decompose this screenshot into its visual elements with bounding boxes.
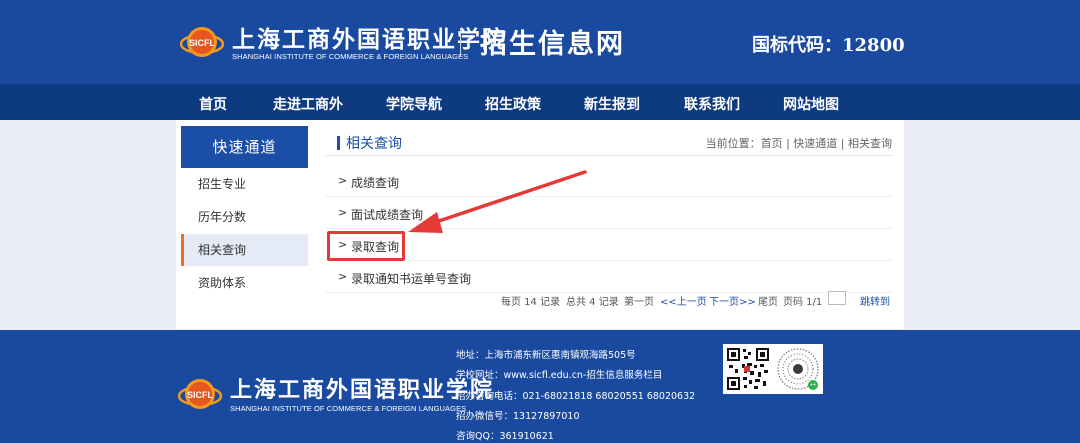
header-divider xyxy=(460,28,461,56)
footer-qq: 咨询QQ：361910621 xyxy=(456,431,554,443)
footer-school-logo: SICFL 上海工商外国语职业学院 SHANGHAI INSTITUTE OF … xyxy=(178,370,492,416)
nav-item-sitemap[interactable]: 网站地图 xyxy=(783,94,839,114)
link-score-query[interactable]: 成绩查询 xyxy=(351,174,399,191)
sidebar-item-financial-aid[interactable]: 资助体系 xyxy=(181,267,308,300)
main-area: 相关查询 当前位置：首页 | 快速通道 | 相关查询 > 成绩查询 > 面试成绩… xyxy=(325,126,893,308)
nav-item-college-guide[interactable]: 学院导航 xyxy=(386,94,442,114)
content-panel: 快速通道 招生专业 历年分数 相关查询 资助体系 相关查询 当前位置：首页 | … xyxy=(176,120,904,329)
emblem-text: SICFL xyxy=(189,38,216,48)
list-arrow-icon: > xyxy=(338,270,348,283)
nav-item-home[interactable]: 首页 xyxy=(199,94,227,114)
qr-codes xyxy=(723,344,823,394)
school-name-cn: 上海工商外国语职业学院 xyxy=(232,26,507,53)
main-nav: 首页 走进工商外 学院导航 招生政策 新生报到 联系我们 网站地图 xyxy=(0,84,1080,120)
wechat-qr-code-icon xyxy=(775,346,821,392)
site-header: SICFL 上海工商外国语职业学院 SHANGHAI INSTITUTE OF … xyxy=(0,0,1080,84)
list-item: > 面试成绩查询 xyxy=(325,197,893,229)
footer-wechat: 招办微信号：13127897010 xyxy=(456,410,580,422)
pager-page-input[interactable] xyxy=(828,291,846,305)
nav-item-admission-policy[interactable]: 招生政策 xyxy=(485,94,541,114)
sidebar-item-past-scores[interactable]: 历年分数 xyxy=(181,201,308,234)
pager-prev[interactable]: <<上一页 xyxy=(660,293,707,308)
emblem-text: SICFL xyxy=(187,390,214,400)
section-title-bar xyxy=(337,136,340,150)
site-footer: SICFL 上海工商外国语职业学院 SHANGHAI INSTITUTE OF … xyxy=(0,330,1080,443)
nav-item-freshman-registration[interactable]: 新生报到 xyxy=(584,94,640,114)
pager-page-info: 页码 1/1 xyxy=(783,297,823,308)
pager-jump-button[interactable]: 跳转到 xyxy=(860,293,890,308)
list-item: > 录取通知书运单号查询 xyxy=(325,261,893,293)
link-interview-score-query[interactable]: 面试成绩查询 xyxy=(351,206,423,223)
pagination: 每页 14 记录 总共 4 记录 第一页 <<上一页 下一页>> 尾页 页码 1… xyxy=(325,290,893,308)
pager-next[interactable]: 下一页>> xyxy=(709,293,756,308)
section-header: 相关查询 当前位置：首页 | 快速通道 | 相关查询 xyxy=(325,126,893,156)
school-emblem-icon: SICFL xyxy=(178,379,222,409)
footer-address: 地址：上海市浦东新区惠南镇观海路505号 xyxy=(456,350,636,361)
sidebar-item-majors[interactable]: 招生专业 xyxy=(181,168,308,201)
list-arrow-icon: > xyxy=(338,238,348,251)
sidebar-title: 快速通道 xyxy=(181,126,308,168)
pager-first[interactable]: 第一页 xyxy=(624,293,654,308)
pager-per-page: 每页 14 记录 xyxy=(501,297,561,308)
footer-school-name-cn: 上海工商外国语职业学院 xyxy=(230,377,495,403)
list-item: > 成绩查询 xyxy=(325,165,893,197)
school-logo[interactable]: SICFL 上海工商外国语职业学院 SHANGHAI INSTITUTE OF … xyxy=(180,18,505,66)
sidebar: 快速通道 招生专业 历年分数 相关查询 资助体系 xyxy=(181,126,308,300)
section-title: 相关查询 xyxy=(346,136,402,152)
pager-last[interactable]: 尾页 xyxy=(758,293,778,308)
qr-code-icon xyxy=(725,346,771,392)
national-code: 国标代码：12800 xyxy=(752,35,905,56)
pager-total: 总共 4 记录 xyxy=(566,297,619,308)
footer-phone: 招办咨询电话：021-68021818 68020551 68020632 xyxy=(456,390,696,402)
footer-contact-info: 地址：上海市浦东新区惠南镇观海路505号 学校网址：www.sicfl.edu.… xyxy=(456,346,695,443)
list-item: > 录取查询 xyxy=(325,229,893,261)
list-arrow-icon: > xyxy=(338,174,348,187)
link-admission-letter-tracking[interactable]: 录取通知书运单号查询 xyxy=(351,270,471,287)
nav-item-about[interactable]: 走进工商外 xyxy=(273,94,343,114)
school-emblem-icon: SICFL xyxy=(180,27,224,57)
site-title: 招生信息网 xyxy=(480,29,625,60)
breadcrumb: 当前位置：首页 | 快速通道 | 相关查询 xyxy=(705,137,892,150)
sidebar-item-related-queries[interactable]: 相关查询 xyxy=(181,234,308,267)
footer-website: 学校网址：www.sicfl.edu.cn-招生信息服务栏目 xyxy=(456,370,663,382)
link-admission-query[interactable]: 录取查询 xyxy=(351,238,399,255)
list-arrow-icon: > xyxy=(338,206,348,219)
footer-school-name-en: SHANGHAI INSTITUTE OF COMMERCE & FOREIGN… xyxy=(230,404,467,413)
school-name-en: SHANGHAI INSTITUTE OF COMMERCE & FOREIGN… xyxy=(232,52,469,61)
nav-item-contact[interactable]: 联系我们 xyxy=(684,94,740,114)
